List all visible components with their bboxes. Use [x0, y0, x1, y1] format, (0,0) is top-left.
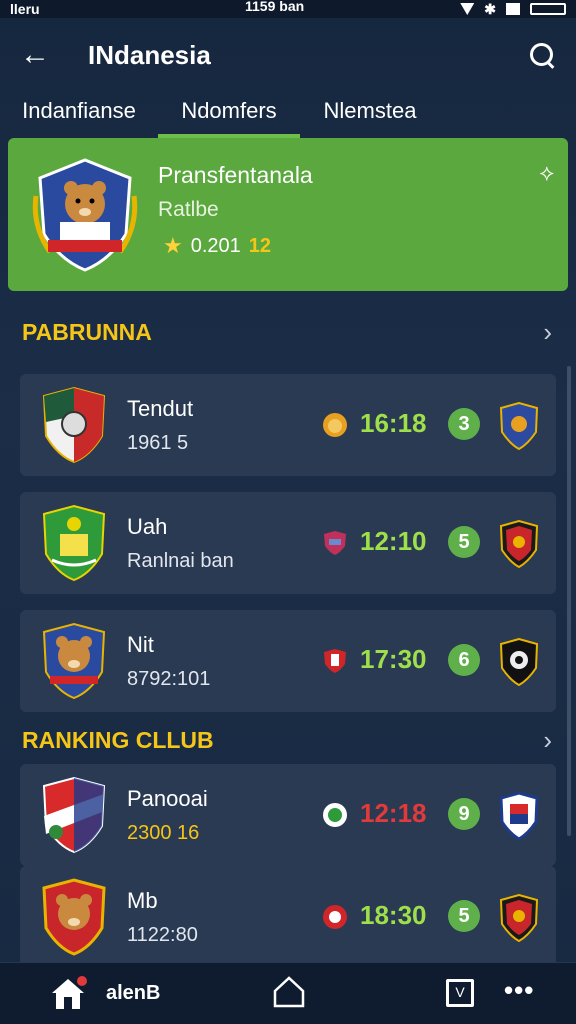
section-header-ranking[interactable]: RANKING CLLUB ›: [22, 724, 552, 756]
team-crest-icon: [42, 776, 106, 854]
opponent-crest-icon: [499, 792, 539, 840]
tab-2-active[interactable]: Ndomfers: [158, 92, 300, 138]
match-badge: 5: [448, 900, 480, 932]
section-title: RANKING CLLUB: [22, 726, 214, 753]
section-header-matches[interactable]: PABRUNNA ›: [22, 316, 552, 348]
team-name: Nit: [127, 632, 154, 657]
team-detail: 8792:101: [127, 668, 211, 690]
opponent-crest-icon: [499, 520, 539, 568]
featured-team-card[interactable]: Pransfentanala Ratlbe ★ 0.201 12 ⟡: [8, 138, 568, 291]
match-score: 12:18: [360, 798, 427, 828]
match-score: 17:30: [360, 644, 427, 674]
opponent-crest-icon: [499, 638, 539, 686]
team-name: Tendut: [127, 396, 194, 421]
lion-icon: [323, 413, 347, 437]
club-icon: [323, 905, 347, 929]
chevron-right-icon[interactable]: ›: [543, 317, 552, 348]
battery-icon: [530, 3, 566, 15]
ranking-card[interactable]: Panooai 2300 16 12:18 9: [20, 764, 556, 866]
rating-count: 12: [248, 234, 272, 257]
team-crest-icon: [42, 504, 106, 582]
opponent-crest-icon: [499, 402, 539, 450]
home-icon[interactable]: [48, 975, 88, 1011]
team-detail: Ranlnai ban: [127, 550, 234, 572]
status-icons: ✱: [460, 1, 566, 18]
chevron-right-icon[interactable]: ›: [543, 725, 552, 756]
tab-3[interactable]: Nlemstea: [300, 92, 440, 138]
scrollbar[interactable]: [567, 366, 571, 836]
match-card[interactable]: Nit 8792:101 17:30 6: [20, 610, 556, 712]
app-bar: ← INdanesia: [0, 20, 576, 90]
status-bar: lleru 1159 ban ✱: [0, 0, 576, 18]
bluetooth-icon: ✱: [484, 0, 496, 17]
more-icon[interactable]: •••: [504, 975, 534, 1006]
club-icon: [324, 531, 346, 555]
search-icon[interactable]: [528, 41, 556, 69]
team-name: Panooai: [127, 786, 208, 811]
page-title: INdanesia: [88, 39, 211, 70]
ball-icon: [323, 803, 347, 827]
featured-team-name: Pransfentanala: [158, 162, 313, 188]
match-score: 16:18: [360, 408, 427, 438]
club-icon: [324, 649, 346, 673]
document-icon[interactable]: V: [446, 979, 474, 1007]
match-badge: 9: [448, 798, 480, 830]
tab-bar: Indanfianse Ndomfers Nlemstea: [0, 92, 576, 138]
team-crest-icon: [42, 622, 106, 700]
team-name: Mb: [127, 888, 158, 913]
tab-1[interactable]: Indanfianse: [0, 92, 158, 138]
featured-rating: ★ 0.201 12: [163, 233, 271, 259]
section-title: PABRUNNA: [22, 318, 152, 345]
match-badge: 5: [448, 526, 480, 558]
ranking-card[interactable]: Mb 1122:80 18:30 5: [20, 866, 556, 968]
status-time: 1159 ban: [245, 0, 305, 14]
team-name: Uah: [127, 514, 168, 539]
wifi-icon: [460, 3, 475, 15]
team-detail: 2300 16: [127, 822, 200, 844]
bottom-nav: alenB V •••: [0, 962, 576, 1024]
grid-icon: [506, 3, 520, 15]
match-card[interactable]: Tendut 1961 5 16:18 3: [20, 374, 556, 476]
house-outline-icon[interactable]: [272, 975, 306, 1009]
team-crest-icon: [42, 386, 106, 464]
match-score: 12:10: [360, 526, 427, 556]
opponent-crest-icon: [499, 894, 539, 942]
team-crest-icon: [32, 158, 138, 272]
team-detail: 1961 5: [127, 432, 189, 454]
team-crest-icon: [42, 878, 106, 956]
share-icon[interactable]: ⟡: [539, 160, 554, 186]
match-card[interactable]: Uah Ranlnai ban 12:10 5: [20, 492, 556, 594]
status-carrier: lleru: [10, 1, 40, 17]
match-score: 18:30: [360, 900, 427, 930]
rating-value: 0.201: [190, 234, 241, 257]
back-arrow-icon[interactable]: ←: [20, 40, 60, 70]
star-icon: ★: [163, 233, 183, 258]
team-detail: 1122:80: [127, 924, 198, 946]
nav-home-label[interactable]: alenB: [106, 982, 160, 1005]
match-badge: 6: [448, 644, 480, 676]
featured-team-subtitle: Ratlbe: [158, 198, 219, 221]
match-badge: 3: [448, 408, 480, 440]
